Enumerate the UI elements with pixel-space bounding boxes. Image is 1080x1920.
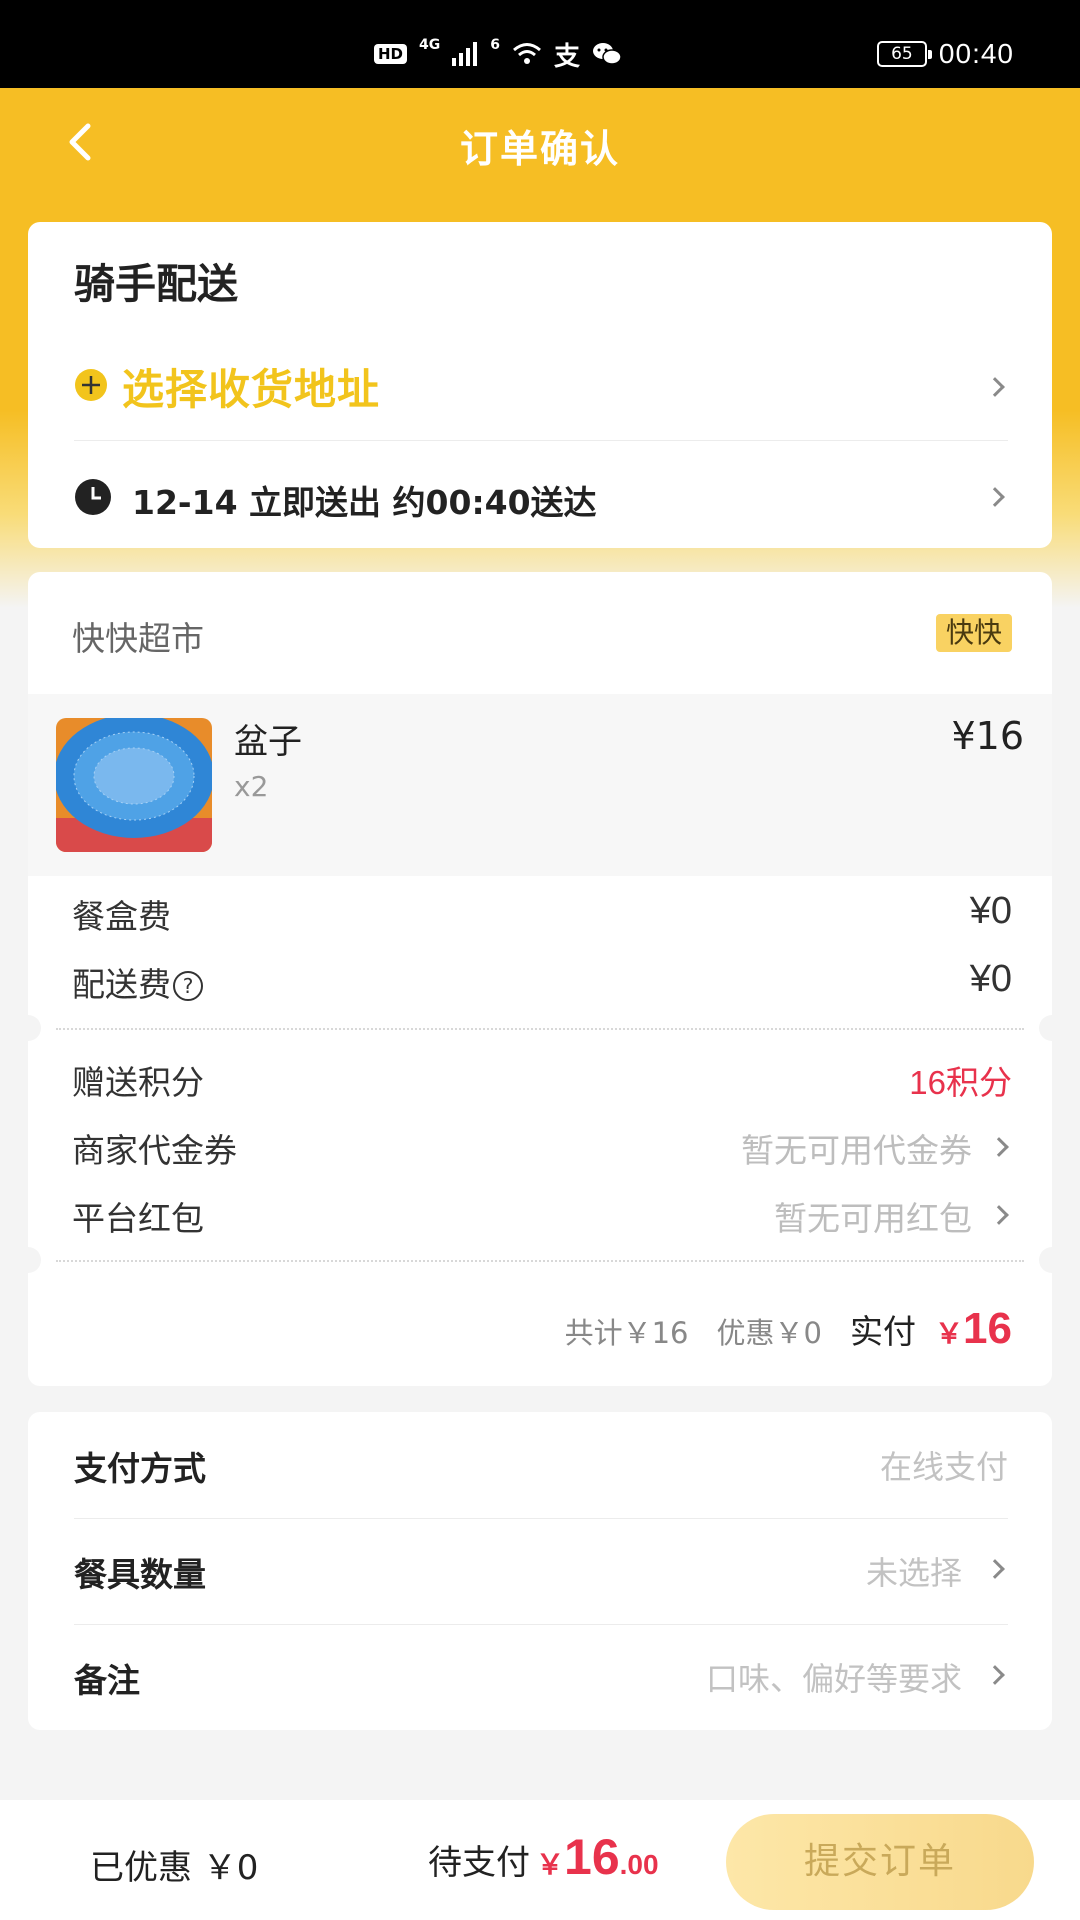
shop-name: 快快超市	[72, 619, 204, 658]
divider	[74, 440, 1008, 441]
chevron-right-icon	[989, 1137, 1009, 1157]
nav-bar: 订单确认	[0, 88, 1080, 198]
paid-label: 实付	[849, 1312, 916, 1351]
paid-amount: 实付 ￥16	[850, 1304, 1012, 1354]
delivery-card: 骑手配送 选择收货地址 12-14 立即送出 约00:40送达	[28, 222, 1052, 548]
notch	[15, 1015, 41, 1041]
signal-icon	[452, 42, 478, 66]
battery-level: 65	[891, 44, 913, 64]
discount-total: 已优惠 ￥0	[90, 1848, 259, 1888]
notch	[15, 1247, 41, 1273]
wifi-icon	[513, 43, 541, 64]
total-text: 共计￥16	[564, 1316, 689, 1350]
discount-text: 优惠￥0	[716, 1316, 822, 1350]
box-fee-value: ¥0	[969, 890, 1012, 932]
order-card: 快快超市 快快 盆子 x2 ¥16 餐盒费 ¥0 配送费? ¥0 赠送积分 16…	[15, 572, 1065, 1386]
delivery-fee-label: 配送费	[72, 965, 171, 1004]
item-image	[56, 718, 212, 852]
add-circle-icon	[75, 369, 107, 401]
points-label: 赠送积分	[72, 1063, 204, 1102]
pending-label: 待支付	[428, 1843, 530, 1883]
status-icons: HD 4G 6 支	[374, 37, 622, 72]
order-item: 盆子 x2 ¥16	[28, 694, 1052, 876]
wifi-generation: 6	[490, 37, 500, 53]
status-right: 65 00:40	[876, 36, 1014, 72]
payment-method-value: 在线支付	[879, 1448, 1008, 1486]
order-summary: 共计￥16 优惠￥0 实付 ￥16	[565, 1304, 1012, 1364]
bottom-bar: 已优惠 ￥0 待支付 ￥ 16 .00 提交订单	[0, 1800, 1080, 1920]
points-row: 赠送积分 16积分	[72, 1056, 1012, 1104]
voucher-label: 商家代金券	[72, 1131, 237, 1170]
box-fee-row: 餐盒费 ¥0	[72, 890, 1012, 938]
shop-badge: 快快	[935, 614, 1012, 652]
voucher-row[interactable]: 商家代金券 暂无可用代金券	[72, 1124, 1012, 1172]
delivery-time-label: 12-14 立即送出 约00:40送达	[132, 483, 597, 522]
payment-method-row[interactable]: 支付方式 在线支付	[74, 1412, 1008, 1518]
voucher-value: 暂无可用代金券	[741, 1132, 972, 1169]
points-value: 16积分	[909, 1064, 1012, 1101]
submit-order-button[interactable]: 提交订单	[726, 1814, 1034, 1910]
payment-card: 支付方式 在线支付 餐具数量 未选择 备注 口味、偏好等要求	[28, 1412, 1052, 1730]
chevron-right-icon	[985, 487, 1005, 507]
paid-value: 16	[963, 1304, 1012, 1353]
status-bar: HD 4G 6 支 65 00:40	[0, 0, 1080, 88]
payment-method-label: 支付方式	[74, 1449, 206, 1488]
chevron-right-icon	[985, 1559, 1005, 1579]
page-title: 订单确认	[459, 127, 620, 171]
box-fee-label: 餐盒费	[72, 897, 171, 936]
delivery-fee-value: ¥0	[969, 958, 1012, 1000]
pending-payment: 待支付 ￥ 16 .00	[428, 1828, 659, 1886]
item-name: 盆子	[234, 722, 302, 762]
battery-icon: 65	[876, 41, 932, 67]
wechat-icon	[593, 43, 622, 65]
dotted-divider	[56, 1260, 1024, 1262]
chevron-right-icon	[985, 377, 1005, 397]
alipay-icon: 支	[554, 41, 581, 72]
help-icon[interactable]: ?	[173, 971, 203, 1001]
utensils-row[interactable]: 餐具数量 未选择	[74, 1518, 1008, 1624]
clock-icon	[75, 479, 111, 515]
notch	[1039, 1015, 1065, 1041]
basin-image	[56, 718, 212, 852]
hd-badge: HD	[374, 44, 408, 64]
red-packet-row[interactable]: 平台红包 暂无可用红包	[72, 1192, 1012, 1240]
pending-amount-integer: 16	[564, 1829, 620, 1885]
remark-label: 备注	[74, 1661, 140, 1700]
network-type: 4G	[419, 37, 441, 53]
delivery-mode-title: 骑手配送	[74, 260, 238, 308]
notch	[1039, 1247, 1065, 1273]
red-packet-value: 暂无可用红包	[774, 1200, 972, 1237]
chevron-right-icon	[989, 1205, 1009, 1225]
item-price: ¥16	[951, 714, 1024, 758]
clock: 00:40	[938, 38, 1014, 69]
remark-placeholder: 口味、偏好等要求	[705, 1660, 962, 1698]
chevron-right-icon	[985, 1665, 1005, 1685]
delivery-fee-row: 配送费? ¥0	[72, 958, 1012, 1006]
red-packet-label: 平台红包	[72, 1199, 204, 1238]
delivery-fee-label-wrap: 配送费?	[72, 958, 203, 1006]
pending-currency: ￥	[536, 1848, 565, 1881]
utensils-value: 未选择	[865, 1554, 962, 1592]
select-address-label: 选择收货地址	[122, 365, 381, 414]
pending-amount-decimal: .00	[619, 1849, 659, 1880]
utensils-label: 餐具数量	[74, 1555, 206, 1594]
remark-row[interactable]: 备注 口味、偏好等要求	[74, 1624, 1008, 1730]
item-quantity: x2	[234, 770, 269, 803]
paid-currency: ￥	[935, 1317, 964, 1350]
dotted-divider	[56, 1028, 1024, 1030]
